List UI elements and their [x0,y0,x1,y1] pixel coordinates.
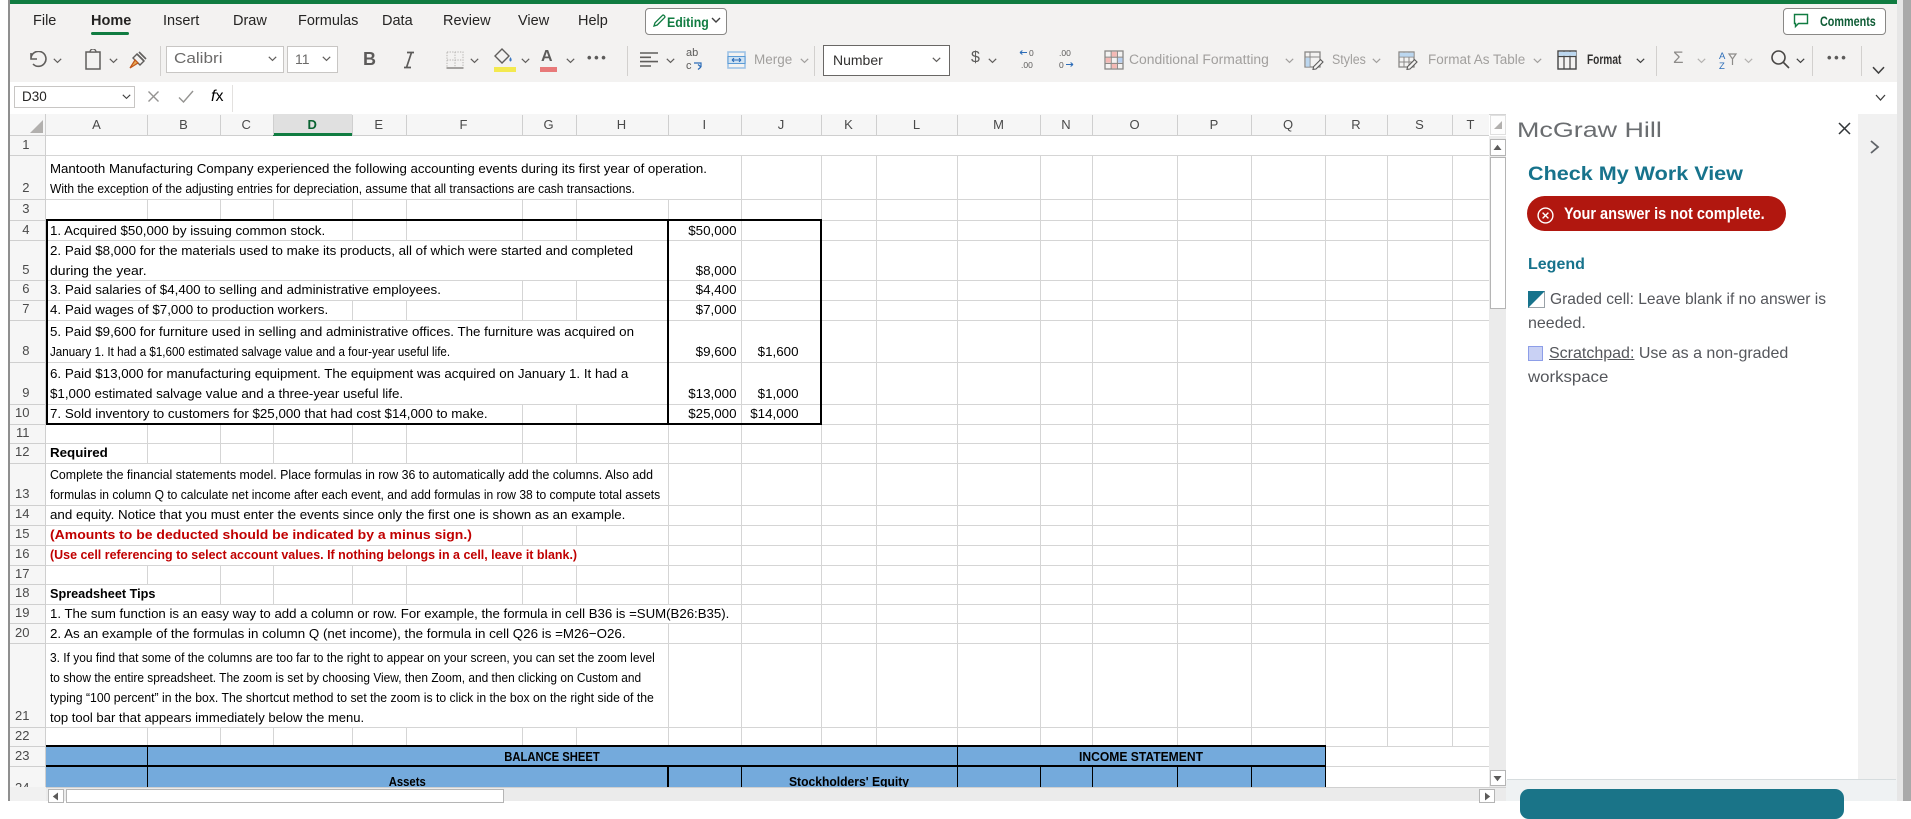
svg-text:c: c [686,60,692,71]
svg-text:Z: Z [1719,61,1725,70]
svg-text:0: 0 [1029,49,1034,58]
svg-text:0: 0 [1059,60,1064,70]
svg-text:.00: .00 [1059,49,1071,58]
svg-text:.00: .00 [1021,60,1033,70]
